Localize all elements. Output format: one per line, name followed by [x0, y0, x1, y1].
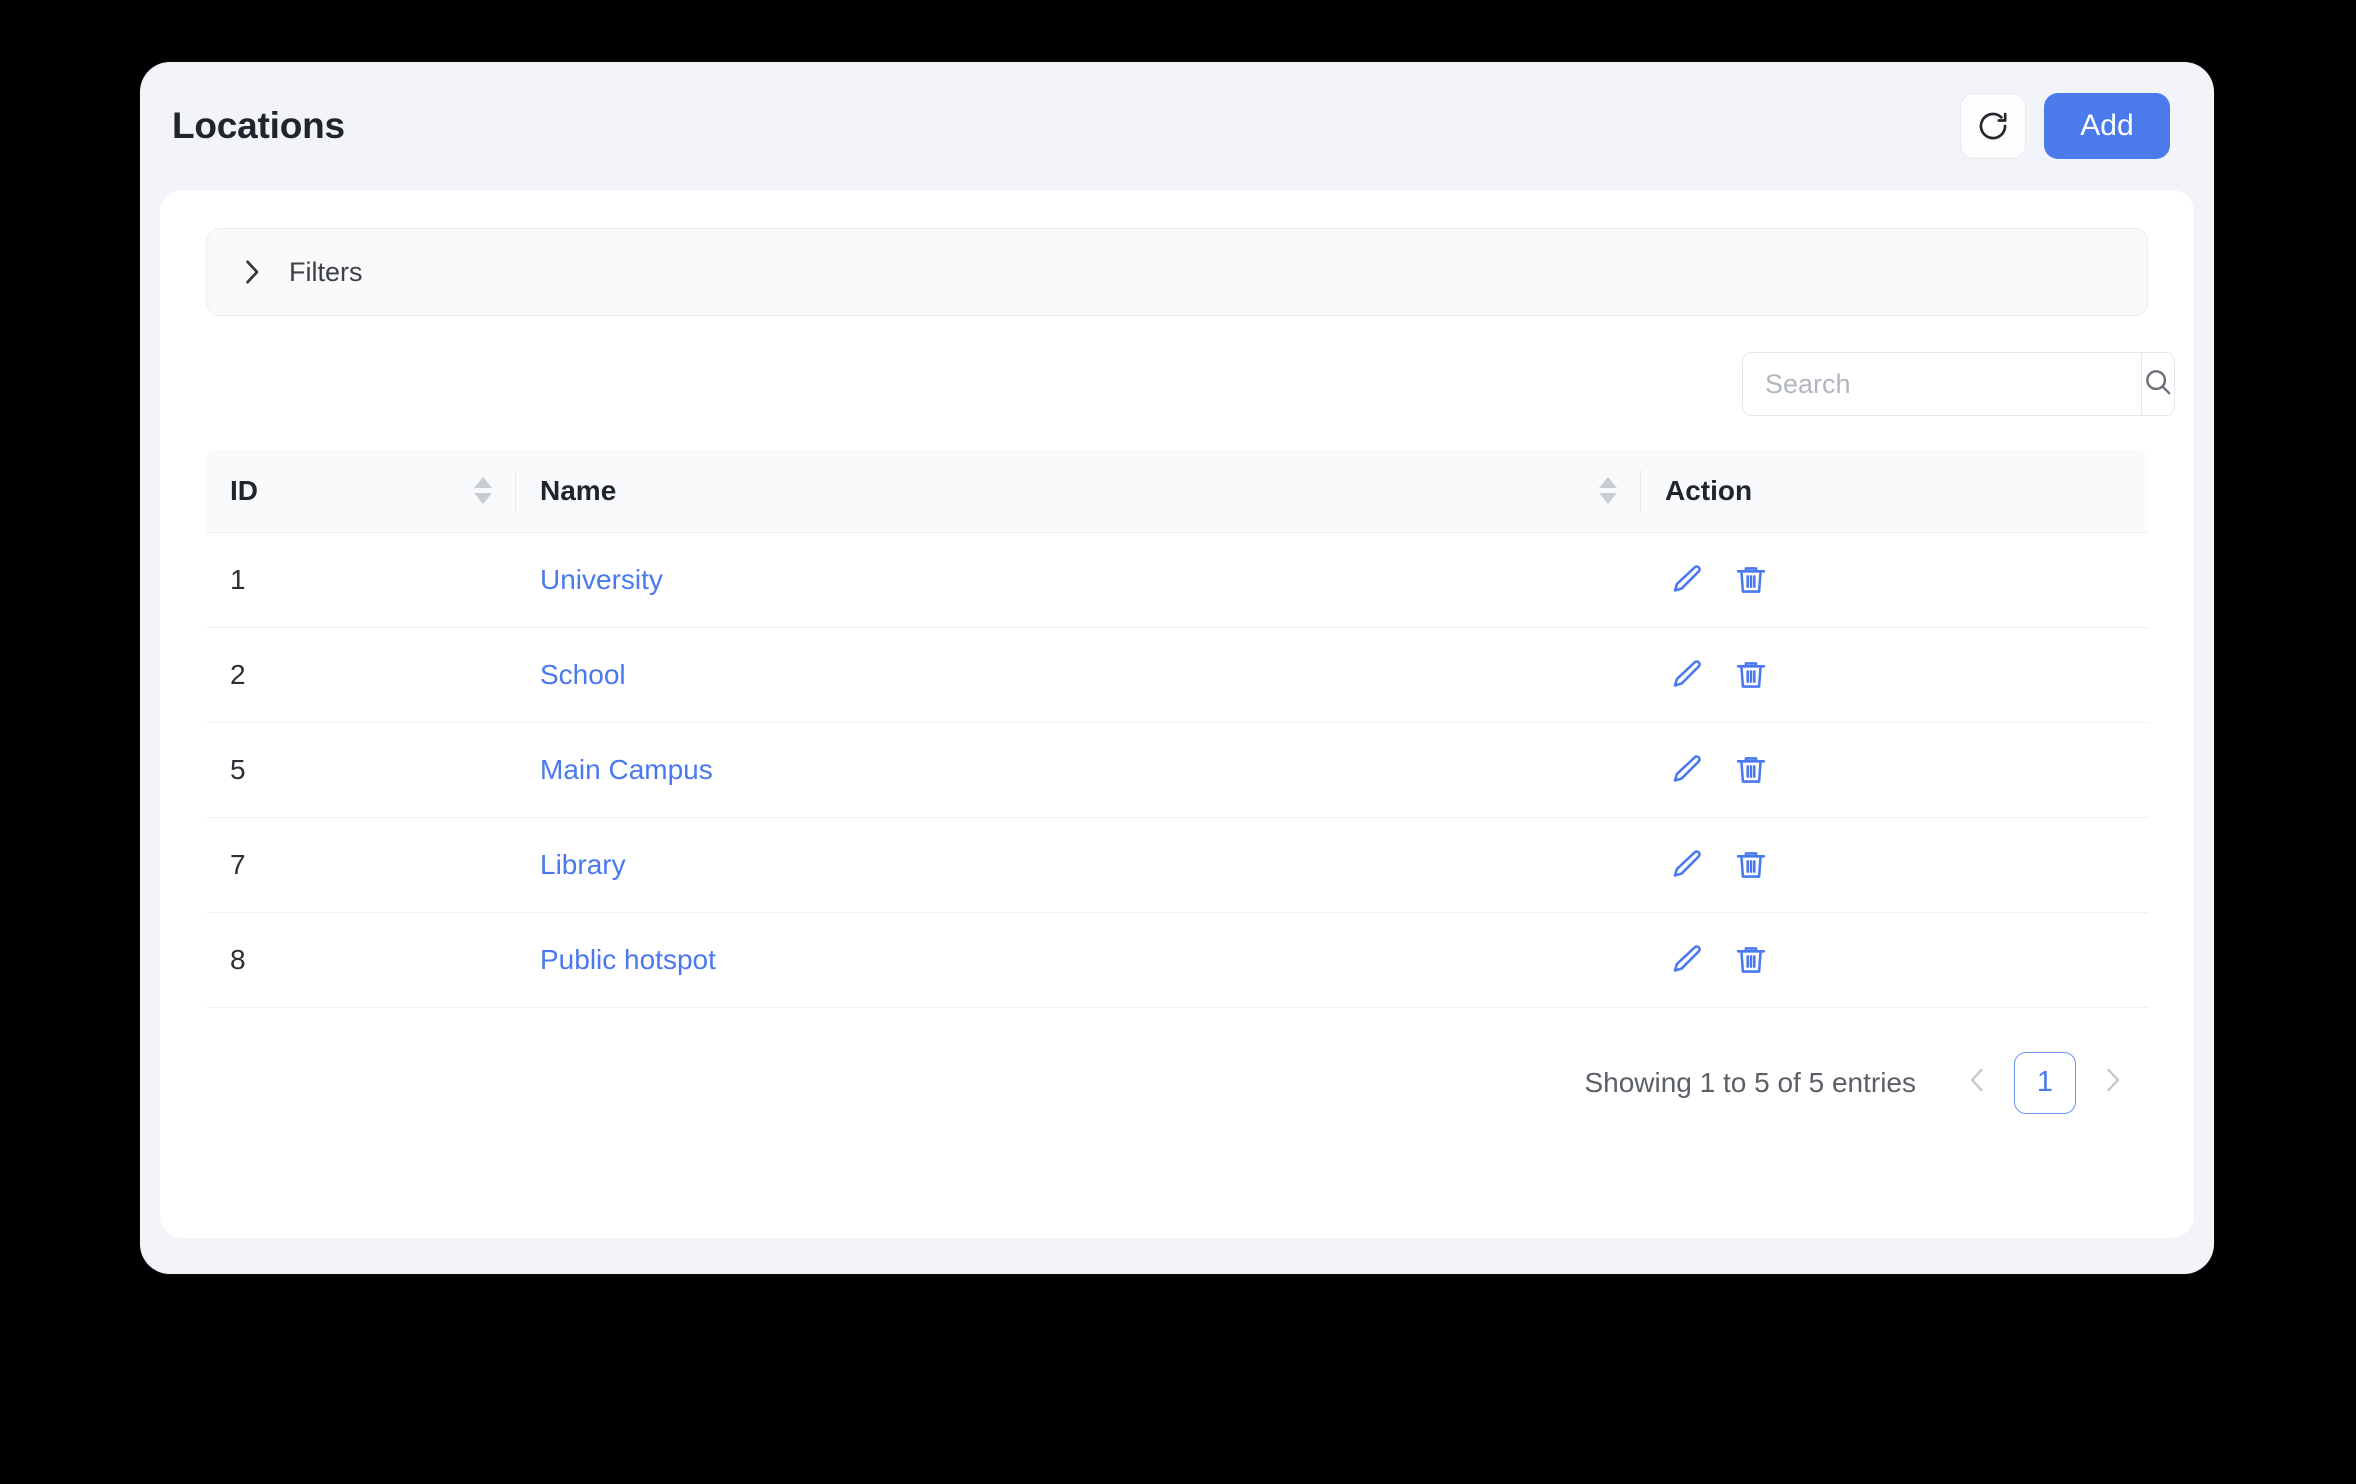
trash-icon[interactable] — [1729, 843, 1773, 887]
location-link[interactable]: School — [540, 659, 626, 690]
cell-name: University — [516, 532, 1641, 628]
locations-table: ID Name Action 1 University 2 School 5 M… — [206, 450, 2148, 1008]
cell-action — [1641, 627, 2148, 723]
column-header-id[interactable]: ID — [206, 450, 516, 533]
cell-name: Library — [516, 817, 1641, 913]
cell-id: 1 — [206, 532, 516, 628]
pagination-next-button[interactable] — [2088, 1054, 2138, 1112]
search-icon — [2142, 366, 2174, 403]
search-group — [1742, 352, 2175, 416]
content-card: Filters Search ID Name Action 1 Universi… — [160, 190, 2194, 1238]
pagination-prev-button[interactable] — [1952, 1054, 2002, 1112]
page-title: Locations — [172, 105, 345, 146]
cell-name: School — [516, 627, 1641, 723]
cell-action — [1641, 817, 2148, 913]
location-link[interactable]: Main Campus — [540, 754, 713, 785]
cell-id: 7 — [206, 817, 516, 913]
column-label-action: Action — [1665, 474, 1753, 506]
table-footer: Showing 1 to 5 of 5 entries 1 — [206, 1051, 2148, 1114]
table-row: 8 Public hotspot — [206, 912, 2148, 1008]
trash-icon[interactable] — [1729, 748, 1773, 792]
cell-name: Public hotspot — [516, 912, 1641, 1008]
chevron-right-icon — [237, 258, 267, 286]
cell-action — [1641, 912, 2148, 1008]
table-body: 1 University 2 School 5 Main Campus 7 Library 8 P… — [206, 532, 2148, 1008]
trash-icon[interactable] — [1729, 653, 1773, 697]
pencil-icon[interactable] — [1665, 653, 1709, 697]
location-link[interactable]: University — [540, 564, 663, 595]
cell-id: 5 — [206, 722, 516, 818]
column-header-name[interactable]: Name — [516, 450, 1641, 533]
pagination: 1 — [1952, 1051, 2138, 1114]
cell-action — [1641, 722, 2148, 818]
search-row — [206, 352, 2175, 416]
column-label-name: Name — [540, 474, 617, 506]
refresh-button[interactable] — [1960, 93, 2026, 159]
app-window: Locations Add Filters Search ID Name Act… — [140, 62, 2214, 1274]
cell-action — [1641, 532, 2148, 628]
sort-icon-name[interactable] — [1599, 477, 1617, 505]
refresh-icon — [1976, 109, 2010, 143]
chevron-right-icon — [2103, 1066, 2123, 1099]
trash-icon[interactable] — [1729, 938, 1773, 982]
page-header: Locations Add — [140, 62, 2214, 190]
pencil-icon[interactable] — [1665, 558, 1709, 602]
filters-label: Filters — [289, 256, 363, 287]
location-link[interactable]: Public hotspot — [540, 944, 716, 975]
cell-name: Main Campus — [516, 722, 1641, 818]
add-button[interactable]: Add — [2044, 93, 2170, 159]
table-row: 1 University — [206, 532, 2148, 628]
chevron-left-icon — [1967, 1066, 1987, 1099]
sort-icon-id[interactable] — [474, 477, 492, 505]
table-row: 7 Library — [206, 817, 2148, 913]
cell-id: 8 — [206, 912, 516, 1008]
cell-id: 2 — [206, 627, 516, 723]
entries-info: Showing 1 to 5 of 5 entries — [1584, 1066, 1916, 1098]
table-row: 2 School — [206, 627, 2148, 723]
filters-accordion[interactable]: Filters — [206, 228, 2148, 316]
search-button[interactable] — [2141, 352, 2175, 416]
pencil-icon[interactable] — [1665, 748, 1709, 792]
search-input[interactable] — [1742, 352, 2141, 416]
header-actions: Add — [1960, 93, 2170, 159]
column-header-action: Action — [1641, 450, 2148, 533]
table-head: ID Name Action — [206, 450, 2148, 533]
pencil-icon[interactable] — [1665, 843, 1709, 887]
column-label-id: ID — [230, 474, 258, 506]
location-link[interactable]: Library — [540, 849, 626, 880]
table-header-row: ID Name Action — [206, 450, 2148, 533]
pagination-page-1[interactable]: 1 — [2014, 1051, 2076, 1114]
trash-icon[interactable] — [1729, 558, 1773, 602]
pencil-icon[interactable] — [1665, 938, 1709, 982]
table-row: 5 Main Campus — [206, 722, 2148, 818]
